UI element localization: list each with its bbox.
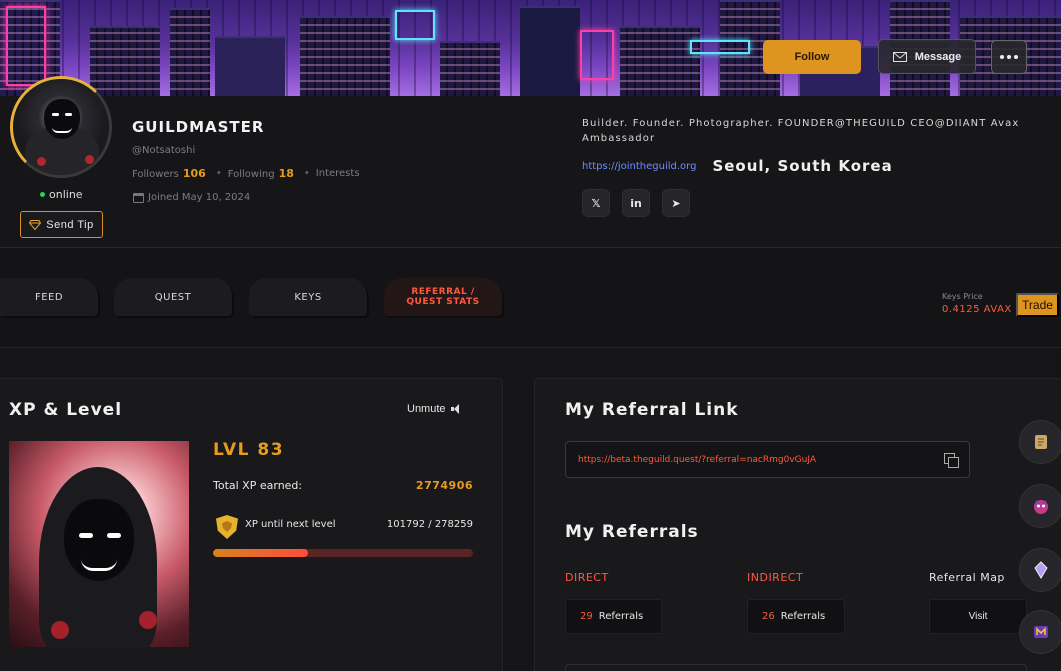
location: Seoul, South Korea — [712, 157, 893, 175]
total-xp-value: 2774906 — [415, 479, 473, 492]
referral-link-field[interactable]: https://beta.theguild.quest/?referral=na… — [565, 441, 970, 478]
status-text: online — [49, 188, 83, 201]
username: GUILDMASTER — [132, 118, 265, 136]
tab-quest[interactable]: QUEST — [114, 278, 232, 316]
profile-bio: Builder. Founder. Photographer. FOUNDER@… — [582, 118, 1020, 144]
direct-referrals-count: 29 Referrals — [565, 599, 662, 634]
online-dot-icon — [40, 192, 45, 197]
indirect-referrals-count: 26 Referrals — [747, 599, 845, 634]
direct-label: DIRECT — [565, 571, 609, 584]
interests-link[interactable]: Interests — [316, 168, 360, 179]
joined-text: Joined May 10, 2024 — [148, 192, 251, 203]
visit-referral-map-button[interactable]: Visit — [929, 599, 1027, 634]
total-xp-label: Total XP earned: — [213, 479, 303, 492]
tab-referral-quest-stats[interactable]: REFERRAL / QUEST STATS — [384, 278, 502, 316]
my-referrals-title: My Referrals — [565, 522, 699, 542]
speaker-icon — [450, 404, 461, 414]
follow-button[interactable]: Follow — [763, 40, 861, 74]
monster-icon — [1034, 500, 1048, 514]
xp-progress-fill — [213, 549, 309, 557]
xp-level-title: XP & Level — [9, 400, 123, 420]
xp-progress-bar — [213, 549, 473, 557]
referral-map-label: Referral Map — [929, 571, 1005, 584]
tab-bar: FEED QUEST KEYS REFERRAL / QUEST STATS K… — [0, 248, 1061, 348]
message-button[interactable]: Message — [878, 39, 976, 74]
keys-price-label: Keys Price — [942, 292, 983, 301]
social-links: 𝕏 in ➤ — [582, 189, 690, 217]
unmute-label: Unmute — [407, 403, 446, 415]
following-link[interactable]: Following 18 — [228, 167, 298, 180]
referral-link-text: https://beta.theguild.quest/?referral=na… — [578, 454, 816, 465]
referral-table-header — [565, 664, 1027, 671]
tab-feed[interactable]: FEED — [0, 278, 98, 316]
online-status: online — [40, 188, 83, 201]
followers-link[interactable]: Followers 106 — [132, 167, 210, 180]
avatar — [10, 76, 112, 178]
crystal-icon — [1034, 561, 1048, 579]
x-icon[interactable]: 𝕏 — [582, 189, 610, 217]
envelope-icon — [892, 51, 907, 62]
copy-icon[interactable] — [944, 453, 959, 468]
indirect-label: INDIRECT — [747, 571, 804, 584]
crystal-button[interactable] — [1019, 548, 1061, 592]
follow-stats: Followers 106 • Following 18 • Interests — [132, 167, 360, 180]
joined-date: Joined May 10, 2024 — [133, 192, 250, 203]
linkedin-icon[interactable]: in — [622, 189, 650, 217]
diamond-icon — [29, 219, 42, 230]
xp-next-level-label: XP until next level — [245, 519, 336, 530]
unmute-button[interactable]: Unmute — [407, 403, 461, 415]
telegram-icon[interactable]: ➤ — [662, 189, 690, 217]
tab-keys[interactable]: KEYS — [249, 278, 367, 316]
guild-badge-button[interactable] — [1019, 610, 1061, 654]
xp-next-level-value: 101792 / 278259 — [386, 519, 473, 530]
scroll-icon — [1035, 435, 1047, 449]
more-options-button[interactable] — [991, 40, 1027, 74]
send-tip-label: Send Tip — [46, 218, 94, 231]
level-value: LVL 83 — [213, 440, 285, 460]
guild-badge-icon — [1034, 626, 1048, 638]
trade-button[interactable]: Trade — [1016, 293, 1059, 317]
send-tip-button[interactable]: Send Tip — [20, 211, 103, 238]
calendar-icon — [133, 192, 144, 203]
user-handle: @Notsatoshi — [132, 145, 196, 156]
referral-link-title: My Referral Link — [565, 400, 739, 420]
character-artwork — [9, 441, 189, 647]
website-link[interactable]: https://jointheguild.org — [582, 161, 696, 172]
more-dots-icon — [1000, 55, 1018, 59]
message-label: Message — [914, 50, 962, 63]
scroll-quest-button[interactable] — [1019, 420, 1061, 464]
monster-button[interactable] — [1019, 484, 1061, 528]
keys-price-value: 0.4125 AVAX — [942, 304, 1012, 315]
